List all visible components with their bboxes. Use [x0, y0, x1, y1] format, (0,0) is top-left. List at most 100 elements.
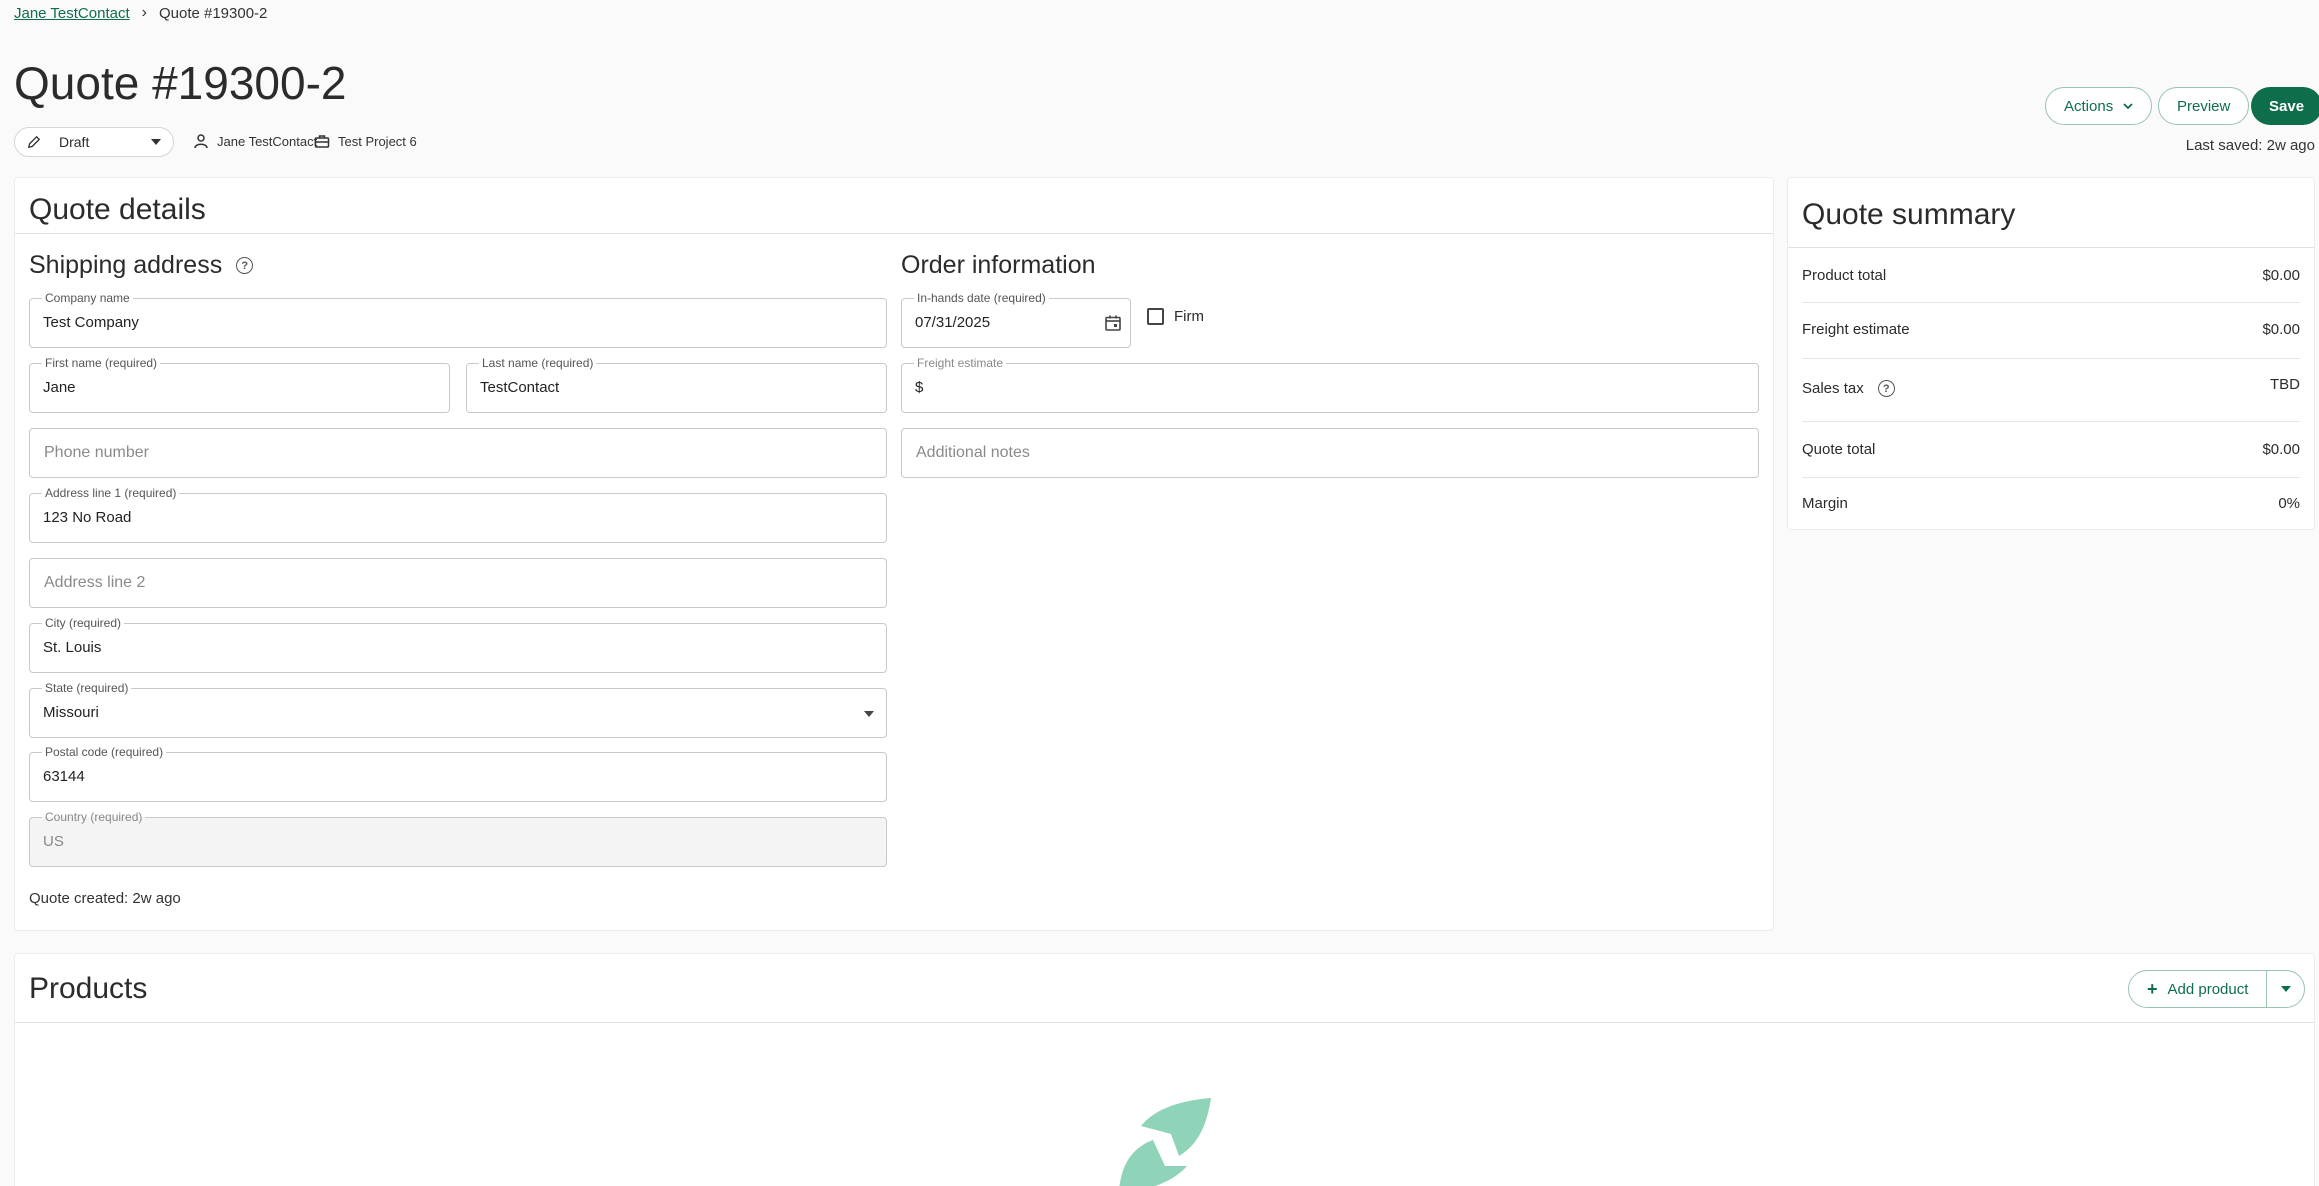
- briefcase-icon: [314, 135, 330, 148]
- quote-summary-title: Quote summary: [1802, 198, 2016, 231]
- quote-details-title: Quote details: [29, 193, 206, 226]
- address-line2-field[interactable]: Address line 2: [29, 558, 887, 608]
- field-label: First name (required): [42, 355, 161, 371]
- chevron-down-icon: [2123, 103, 2133, 110]
- order-information-title: Order information: [901, 251, 1096, 279]
- sales-tax-label-wrap: Sales tax ?: [1802, 380, 1895, 397]
- project-name: Test Project 6: [338, 133, 417, 149]
- summary-row-margin: Margin 0%: [1802, 495, 2300, 512]
- phone-field[interactable]: Phone number: [29, 428, 887, 478]
- quote-details-card: Quote details Shipping address ? Company…: [14, 177, 1774, 931]
- summary-value: $0.00: [2262, 267, 2300, 284]
- field-label: Postal code (required): [42, 744, 167, 760]
- firm-label: Firm: [1174, 308, 1204, 325]
- products-card: Products + Add product: [14, 953, 2315, 1186]
- contact-chip[interactable]: Jane TestContact: [193, 133, 317, 149]
- first-name-field[interactable]: First name (required) Jane: [29, 355, 450, 413]
- divider: [1802, 302, 2300, 303]
- summary-value: TBD: [2270, 376, 2300, 393]
- divider: [15, 233, 1773, 234]
- last-name-field[interactable]: Last name (required) TestContact: [466, 355, 887, 413]
- divider: [1802, 477, 2300, 478]
- checkbox-box[interactable]: [1147, 308, 1164, 325]
- person-icon: [194, 134, 208, 149]
- calendar-icon[interactable]: [1104, 314, 1122, 332]
- brand-logo-icon: [1119, 1098, 1211, 1186]
- summary-row-sales-tax: Sales tax ? TBD: [1802, 376, 2300, 397]
- plus-icon: +: [2147, 978, 2158, 999]
- add-product-split-button: + Add product: [2128, 970, 2306, 1008]
- add-product-label: Add product: [2167, 980, 2249, 998]
- field-label: Country (required): [42, 809, 146, 825]
- field-value: Test Company: [43, 314, 139, 331]
- currency-prefix: $: [915, 379, 924, 396]
- breadcrumb-contact-link[interactable]: Jane TestContact: [14, 5, 130, 22]
- quote-created: Quote created: 2w ago: [29, 890, 181, 907]
- last-saved: Last saved: 2w ago: [2185, 137, 2315, 154]
- divider: [1788, 247, 2314, 248]
- status-value: Draft: [59, 134, 90, 150]
- country-field: Country (required) US: [29, 809, 887, 867]
- divider: [15, 1022, 2314, 1023]
- preview-button[interactable]: Preview: [2158, 87, 2250, 125]
- city-field[interactable]: City (required) St. Louis: [29, 615, 887, 673]
- actions-button[interactable]: Actions: [2045, 87, 2153, 125]
- status-select[interactable]: Draft: [14, 127, 174, 157]
- summary-value: $0.00: [2262, 321, 2300, 338]
- in-hands-date-field[interactable]: In-hands date (required) 07/31/2025: [901, 290, 1131, 348]
- field-label: Address line 1 (required): [42, 485, 180, 501]
- field-value: Missouri: [43, 704, 99, 721]
- shipping-address-title: Shipping address ?: [29, 251, 254, 280]
- field-value: 63144: [43, 768, 85, 785]
- breadcrumb-current: Quote #19300-2: [158, 4, 268, 22]
- actions-label: Actions: [2064, 97, 2114, 115]
- help-icon[interactable]: ?: [1877, 380, 1895, 397]
- field-value: 123 No Road: [43, 509, 132, 526]
- summary-row-quote-total: Quote total $0.00: [1802, 441, 2300, 458]
- page-title: Quote #19300-2: [14, 57, 347, 109]
- summary-row-freight: Freight estimate $0.00: [1802, 321, 2300, 338]
- field-label: City (required): [42, 615, 125, 631]
- field-label: Freight estimate: [914, 355, 1007, 371]
- postal-code-field[interactable]: Postal code (required) 63144: [29, 744, 887, 802]
- chevron-down-icon: [151, 139, 161, 145]
- field-label: Company name: [42, 290, 133, 306]
- shipping-title-text: Shipping address: [29, 251, 223, 279]
- breadcrumb: Jane TestContact › Quote #19300-2: [14, 4, 267, 22]
- add-product-menu-button[interactable]: [2266, 971, 2304, 1007]
- divider: [1802, 421, 2300, 422]
- firm-checkbox[interactable]: Firm: [1147, 308, 1204, 325]
- products-title: Products: [29, 972, 148, 1005]
- field-label: Last name (required): [479, 355, 597, 371]
- company-name-field[interactable]: Company name Test Company: [29, 290, 887, 348]
- divider: [1802, 358, 2300, 359]
- freight-estimate-field[interactable]: Freight estimate $: [901, 355, 1759, 413]
- pencil-icon: [27, 135, 41, 149]
- address-line1-field[interactable]: Address line 1 (required) 123 No Road: [29, 485, 887, 543]
- summary-value: 0%: [2278, 495, 2300, 512]
- summary-value: $0.00: [2262, 441, 2300, 458]
- contact-name: Jane TestContact: [217, 133, 318, 149]
- preview-label: Preview: [2177, 97, 2231, 115]
- field-value: Jane: [43, 379, 76, 396]
- additional-notes-field[interactable]: Additional notes: [901, 428, 1759, 478]
- field-placeholder: Phone number: [44, 444, 149, 461]
- field-placeholder: Additional notes: [916, 444, 1030, 461]
- summary-label: Margin: [1802, 495, 1848, 512]
- field-label: In-hands date (required): [914, 290, 1049, 306]
- field-value: TestContact: [480, 379, 560, 396]
- summary-label: Freight estimate: [1802, 321, 1910, 338]
- project-chip[interactable]: Test Project 6: [314, 133, 417, 149]
- help-icon[interactable]: ?: [236, 257, 254, 274]
- field-placeholder: Address line 2: [44, 574, 146, 591]
- chevron-right-icon: ›: [141, 4, 147, 21]
- chevron-down-icon: [2280, 986, 2291, 992]
- save-button[interactable]: Save: [2251, 87, 2319, 125]
- field-value: US: [43, 833, 64, 850]
- state-select[interactable]: State (required) Missouri: [29, 680, 887, 738]
- field-value: St. Louis: [43, 639, 102, 656]
- add-product-button[interactable]: + Add product: [2129, 971, 2266, 1007]
- field-label: State (required): [42, 680, 132, 696]
- summary-label: Sales tax: [1802, 380, 1864, 397]
- chevron-down-icon: [864, 711, 874, 717]
